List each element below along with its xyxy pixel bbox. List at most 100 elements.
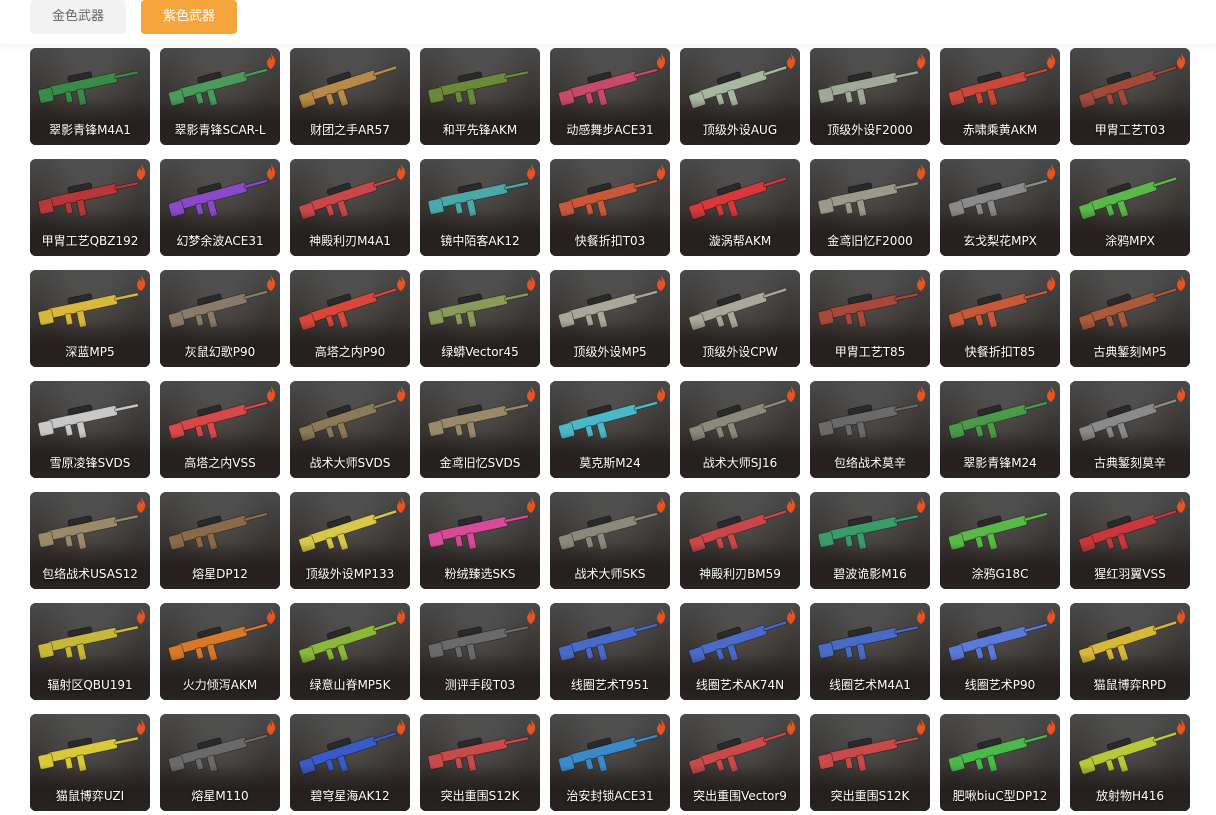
weapon-name: 神殿利刃M4A1 — [309, 234, 391, 248]
flame-icon — [527, 386, 536, 402]
weapon-card[interactable]: 测评手段T03 — [420, 603, 540, 700]
weapon-name: 熔星M110 — [191, 789, 249, 803]
weapon-card[interactable]: 顶级外设F2000 — [810, 48, 930, 145]
flame-icon — [397, 497, 406, 513]
weapon-card[interactable]: 赤啸乘黄AKM — [940, 48, 1060, 145]
weapon-card[interactable]: 放射物H416 — [1070, 714, 1190, 811]
weapon-name: 神殿利刃BM59 — [699, 567, 781, 581]
weapon-card[interactable]: 高塔之内VSS — [160, 381, 280, 478]
weapon-name: 碧穹星海AK12 — [310, 789, 390, 803]
weapon-name: 包络战术USAS12 — [42, 567, 138, 581]
weapon-card[interactable]: 涂鸦G18C — [940, 492, 1060, 589]
weapon-card[interactable]: 甲胄工艺QBZ192 — [30, 159, 150, 256]
flame-icon — [787, 497, 796, 513]
weapon-name: 金鸢旧忆F2000 — [827, 234, 913, 248]
weapon-card[interactable]: 线圈艺术M4A1 — [810, 603, 930, 700]
weapon-card[interactable]: 战术大师SVDS — [290, 381, 410, 478]
weapon-card[interactable]: 猫鼠博弈UZI — [30, 714, 150, 811]
weapon-name: 翠影青锋M4A1 — [49, 123, 131, 137]
weapon-name: 突出重围S12K — [440, 789, 520, 803]
weapon-name: 顶级外设F2000 — [827, 123, 913, 137]
tab-gold-weapons[interactable]: 金色武器 — [30, 0, 126, 34]
weapon-name: 治安封锁ACE31 — [566, 789, 654, 803]
weapon-card[interactable]: 神殿利刃BM59 — [680, 492, 800, 589]
weapon-card[interactable]: 快餐折扣T03 — [550, 159, 670, 256]
weapon-name: 莫克斯M24 — [579, 456, 641, 470]
weapon-card[interactable]: 古典錾刻莫辛 — [1070, 381, 1190, 478]
weapon-card[interactable]: 甲胄工艺T03 — [1070, 48, 1190, 145]
weapon-card[interactable]: 粉绒臻选SKS — [420, 492, 540, 589]
weapon-card[interactable]: 绿意山脊MP5K — [290, 603, 410, 700]
weapon-card[interactable]: 战术大师SKS — [550, 492, 670, 589]
weapon-card[interactable]: 财团之手AR57 — [290, 48, 410, 145]
weapon-name: 线圈艺术AK74N — [695, 678, 785, 692]
weapon-card[interactable]: 高塔之内P90 — [290, 270, 410, 367]
weapon-card[interactable]: 幻梦余波ACE31 — [160, 159, 280, 256]
weapon-card[interactable]: 猩红羽翼VSS — [1070, 492, 1190, 589]
weapon-card[interactable]: 突出重围S12K — [810, 714, 930, 811]
weapon-card[interactable]: 包络战术USAS12 — [30, 492, 150, 589]
weapon-name: 赤啸乘黄AKM — [962, 123, 1038, 137]
weapon-card[interactable]: 顶级外设AUG — [680, 48, 800, 145]
weapon-card[interactable]: 碧波诡影M16 — [810, 492, 930, 589]
weapon-card[interactable]: 战术大师SJ16 — [680, 381, 800, 478]
weapon-name: 漩涡帮AKM — [708, 234, 772, 248]
weapon-card[interactable]: 玄戈梨花MPX — [940, 159, 1060, 256]
weapon-card[interactable]: 熔星DP12 — [160, 492, 280, 589]
flame-icon — [917, 53, 926, 69]
tab-purple-weapons[interactable]: 紫色武器 — [141, 0, 237, 34]
weapon-card[interactable]: 涂鸦MPX — [1070, 159, 1190, 256]
weapon-card[interactable]: 莫克斯M24 — [550, 381, 670, 478]
flame-icon — [1177, 497, 1186, 513]
weapon-card[interactable]: 快餐折扣T85 — [940, 270, 1060, 367]
weapon-card[interactable]: 绿蟒Vector45 — [420, 270, 540, 367]
flame-icon — [267, 719, 276, 735]
weapon-card[interactable]: 和平先锋AKM — [420, 48, 540, 145]
weapon-card[interactable]: 猫鼠博弈RPD — [1070, 603, 1190, 700]
weapon-card[interactable]: 碧穹星海AK12 — [290, 714, 410, 811]
flame-icon — [917, 386, 926, 402]
weapon-card[interactable]: 突出重围Vector9 — [680, 714, 800, 811]
weapon-card[interactable]: 雪原凌锋SVDS — [30, 381, 150, 478]
weapon-card[interactable]: 火力倾泻AKM — [160, 603, 280, 700]
weapon-card[interactable]: 治安封锁ACE31 — [550, 714, 670, 811]
weapon-card[interactable]: 肥啾biuC型DP12 — [940, 714, 1060, 811]
weapon-name: 顶级外设CPW — [702, 345, 778, 359]
weapon-card[interactable]: 突出重围S12K — [420, 714, 540, 811]
weapon-card[interactable]: 古典錾刻MP5 — [1070, 270, 1190, 367]
weapon-card[interactable]: 翠影青锋SCAR-L — [160, 48, 280, 145]
weapon-card[interactable]: 顶级外设MP133 — [290, 492, 410, 589]
flame-icon — [1047, 719, 1056, 735]
weapon-card[interactable]: 包络战术莫辛 — [810, 381, 930, 478]
flame-icon — [787, 608, 796, 624]
flame-icon — [917, 275, 926, 291]
weapon-name: 战术大师SKS — [574, 567, 646, 581]
flame-icon — [657, 608, 666, 624]
weapon-card[interactable]: 顶级外设CPW — [680, 270, 800, 367]
weapon-card[interactable]: 漩涡帮AKM — [680, 159, 800, 256]
weapon-card[interactable]: 线圈艺术P90 — [940, 603, 1060, 700]
weapon-card[interactable]: 线圈艺术AK74N — [680, 603, 800, 700]
weapon-card[interactable]: 翠影青锋M24 — [940, 381, 1060, 478]
weapon-name: 熔星DP12 — [192, 567, 248, 581]
weapon-card[interactable]: 金鸢旧忆F2000 — [810, 159, 930, 256]
flame-icon — [657, 386, 666, 402]
flame-icon — [527, 719, 536, 735]
weapon-name: 绿意山脊MP5K — [309, 678, 391, 692]
weapon-card[interactable]: 深蓝MP5 — [30, 270, 150, 367]
weapon-card[interactable]: 翠影青锋M4A1 — [30, 48, 150, 145]
weapon-card[interactable]: 熔星M110 — [160, 714, 280, 811]
weapon-name: 猩红羽翼VSS — [1094, 567, 1166, 581]
weapon-card[interactable]: 神殿利刃M4A1 — [290, 159, 410, 256]
weapon-card[interactable]: 金鸢旧忆SVDS — [420, 381, 540, 478]
weapon-card[interactable]: 甲胄工艺T85 — [810, 270, 930, 367]
weapon-card[interactable]: 镜中陌客AK12 — [420, 159, 540, 256]
weapon-card[interactable]: 顶级外设MP5 — [550, 270, 670, 367]
weapon-name: 动感舞步ACE31 — [566, 123, 654, 137]
weapon-card[interactable]: 线圈艺术T951 — [550, 603, 670, 700]
flame-icon — [527, 497, 536, 513]
weapon-card[interactable]: 动感舞步ACE31 — [550, 48, 670, 145]
flame-icon — [917, 497, 926, 513]
weapon-card[interactable]: 辐射区QBU191 — [30, 603, 150, 700]
weapon-card[interactable]: 灰鼠幻歌P90 — [160, 270, 280, 367]
